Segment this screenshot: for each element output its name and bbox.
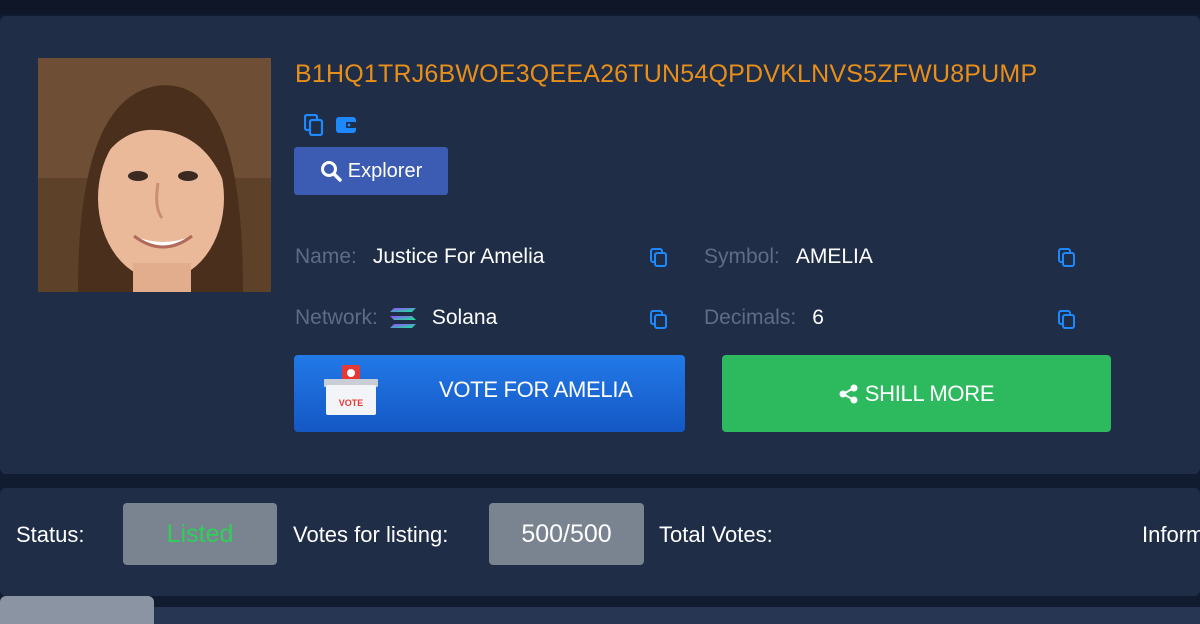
ballot-box-icon: VOTE — [324, 365, 378, 415]
symbol-field: Symbol: AMELIA — [704, 245, 873, 269]
shill-button[interactable]: SHILL MORE — [722, 355, 1111, 432]
vote-label: VOTE FOR AMELIA — [439, 377, 633, 402]
top-strip — [0, 0, 1200, 14]
wallet-icon — [336, 117, 356, 133]
bottom-tab[interactable] — [0, 596, 154, 624]
token-address: B1HQ1TRJ6BWOE3QEEA26TUN54QPDVKLNVS5ZFWU8… — [295, 60, 1038, 88]
decimals-label: Decimals: — [704, 306, 797, 329]
symbol-value: AMELIA — [795, 245, 873, 268]
name-field: Name: Justice For Amelia — [295, 245, 544, 269]
total-votes-label: Total Votes: — [659, 522, 773, 547]
info-label: Inform — [1142, 522, 1200, 547]
decimals-value: 6 — [812, 306, 824, 329]
status-value-badge: Listed — [123, 503, 277, 565]
copy-icon — [650, 248, 667, 267]
network-field: Network: Solana — [295, 306, 497, 330]
decimals-field: Decimals: 6 — [704, 306, 824, 330]
copy-name-button[interactable] — [650, 248, 668, 268]
votes-for-listing-label: Votes for listing: — [293, 522, 449, 547]
explorer-label: Explorer — [347, 159, 423, 182]
avatar-portrait — [38, 58, 271, 292]
token-card: B1HQ1TRJ6BWOE3QEEA26TUN54QPDVKLNVS5ZFWU8… — [0, 16, 1200, 474]
copy-decimals-button[interactable] — [1058, 310, 1076, 330]
copy-icon — [1058, 310, 1075, 329]
status-label: Status: — [16, 522, 85, 547]
votes-for-listing-value: 500/500 — [521, 519, 612, 548]
search-icon — [320, 161, 342, 182]
shill-label: SHILL MORE — [864, 380, 995, 406]
explorer-button[interactable]: Explorer — [294, 147, 448, 195]
ballot-box-text: VOTE — [339, 398, 364, 408]
symbol-label: Symbol: — [704, 245, 780, 268]
copy-icon — [650, 310, 667, 329]
solana-icon — [389, 308, 416, 328]
network-label: Network: — [295, 306, 378, 329]
status-bar: Status: Listed Votes for listing: 500/50… — [0, 488, 1200, 596]
address-icon-row — [303, 114, 357, 136]
add-to-wallet-button[interactable] — [335, 114, 357, 136]
status-value: Listed — [166, 519, 234, 548]
copy-network-button[interactable] — [650, 310, 668, 330]
name-label: Name: — [295, 245, 357, 268]
name-value: Justice For Amelia — [372, 245, 545, 268]
network-value: Solana — [431, 306, 498, 329]
copy-icon — [1058, 248, 1075, 267]
share-icon — [839, 384, 858, 403]
copy-icon — [304, 114, 324, 136]
copy-address-button[interactable] — [303, 114, 325, 136]
copy-symbol-button[interactable] — [1058, 248, 1076, 268]
votes-for-listing-badge: 500/500 — [489, 503, 644, 565]
token-avatar — [38, 58, 271, 292]
vote-button[interactable]: VOTE VOTE FOR AMELIA — [294, 355, 685, 432]
bottom-divider — [154, 607, 1200, 624]
